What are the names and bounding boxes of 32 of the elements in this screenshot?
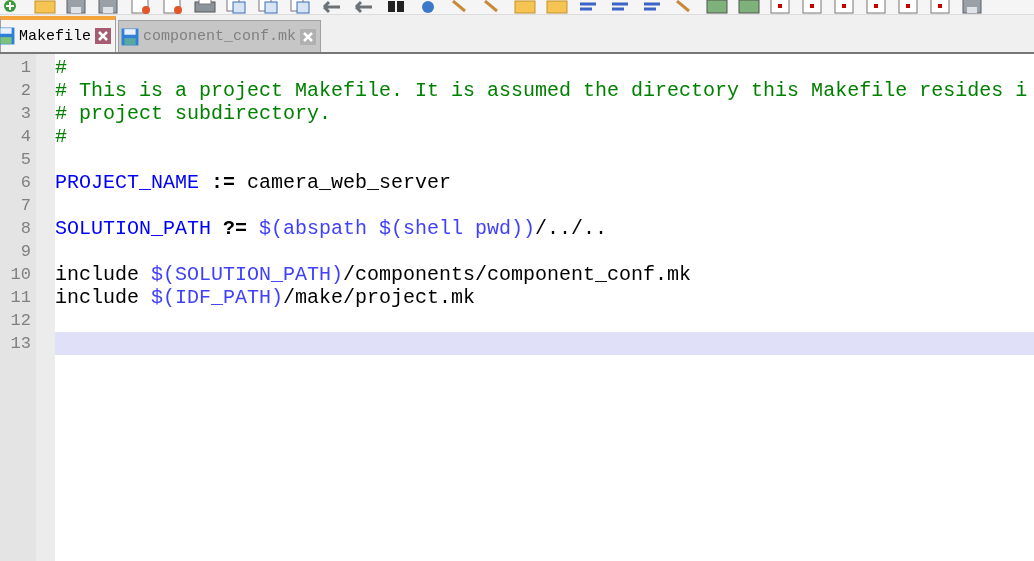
line-number: 12 xyxy=(9,310,32,332)
close-icon[interactable] xyxy=(95,28,111,44)
line-number: 3 xyxy=(19,103,32,125)
close-icon[interactable] xyxy=(300,28,317,45)
code-line: include $(SOLUTION_PATH)/components/component_conf.mk xyxy=(55,263,692,286)
line-number: 11 xyxy=(9,287,32,309)
line-number: 1 xyxy=(19,57,32,79)
copy-icon[interactable] xyxy=(258,0,280,14)
line-number: 5 xyxy=(19,149,32,171)
copy-icon[interactable] xyxy=(290,0,312,14)
printer-icon[interactable] xyxy=(194,0,216,14)
code-line: PROJECT_NAME := camera_web_server xyxy=(55,171,452,194)
copy-icon[interactable] xyxy=(226,0,248,14)
document-icon[interactable] xyxy=(130,0,152,14)
line-number: 9 xyxy=(19,241,32,263)
tab-label: Makefile xyxy=(19,27,91,45)
tab-label: component_conf.mk xyxy=(143,28,297,45)
line-number: 13 xyxy=(9,333,32,355)
line-number: 10 xyxy=(9,264,32,286)
line-number: 6 xyxy=(19,172,32,194)
code-line: # project subdirectory. xyxy=(55,102,332,125)
line-number: 8 xyxy=(19,218,32,240)
code-line: # xyxy=(55,56,67,79)
code-line: # xyxy=(55,125,67,148)
document-icon[interactable] xyxy=(162,0,184,14)
line-number: 4 xyxy=(19,126,32,148)
file-tab[interactable]: Makefile xyxy=(0,16,116,52)
line-number: 7 xyxy=(19,195,32,217)
code-line: # This is a project Makefile. It is assumed the directory this Makefile resides i xyxy=(55,79,1028,102)
line-number: 2 xyxy=(19,80,32,102)
code-line: include $(IDF_PATH)/make/project.mk xyxy=(55,286,476,309)
code-line: SOLUTION_PATH ?= $(abspath $(shell pwd))/../.. xyxy=(55,217,608,240)
